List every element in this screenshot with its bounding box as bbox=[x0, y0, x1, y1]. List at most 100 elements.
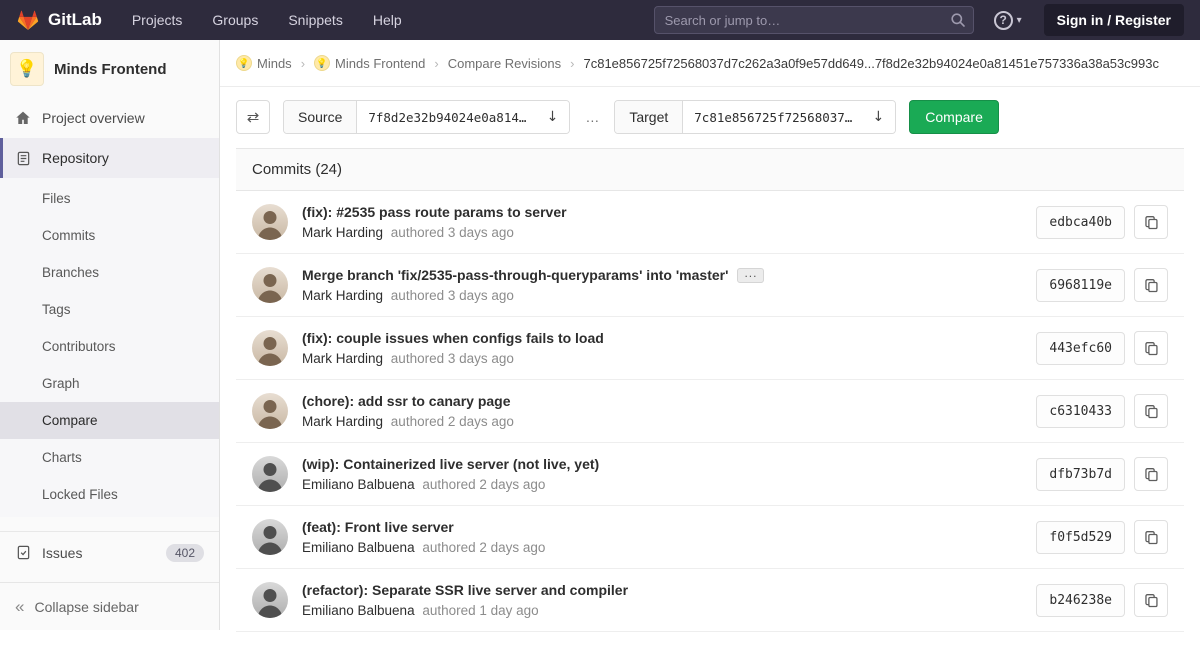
question-mark-icon: ? bbox=[994, 11, 1013, 30]
double-chevron-left-icon: « bbox=[15, 598, 24, 615]
compare-button[interactable]: Compare bbox=[909, 100, 999, 134]
copy-sha-button[interactable] bbox=[1134, 205, 1168, 239]
commit-sha-button[interactable]: c6310433 bbox=[1036, 395, 1125, 428]
search-input[interactable] bbox=[654, 6, 974, 34]
sidebar-item-tags[interactable]: Tags bbox=[0, 291, 219, 328]
sidebar-item-repository[interactable]: Repository bbox=[0, 138, 219, 178]
lightbulb-icon: 💡 bbox=[16, 59, 37, 79]
sign-in-register-button[interactable]: Sign in / Register bbox=[1044, 4, 1184, 36]
commit-sha-button[interactable]: 6968119e bbox=[1036, 269, 1125, 302]
commit-title-link[interactable]: (fix): couple issues when configs fails … bbox=[302, 330, 604, 346]
copy-sha-button[interactable] bbox=[1134, 394, 1168, 428]
group-avatar-icon: 💡 bbox=[236, 55, 252, 71]
breadcrumb: 💡 Minds › 💡 Minds Frontend › Compare Rev… bbox=[220, 40, 1200, 87]
sidebar-item-files[interactable]: Files bbox=[0, 180, 219, 217]
commits-panel: Commits (24) (fix): #2535 pass route par… bbox=[236, 148, 1184, 632]
clipboard-icon bbox=[1144, 530, 1159, 545]
repository-submenu: Files Commits Branches Tags Contributors… bbox=[0, 178, 219, 517]
commit-sha-button[interactable]: dfb73b7d bbox=[1036, 458, 1125, 491]
commit-row: (fix): #2535 pass route params to server… bbox=[236, 191, 1184, 254]
commit-author-link[interactable]: Mark Harding bbox=[302, 414, 383, 429]
commit-author-link[interactable]: Emiliano Balbuena bbox=[302, 603, 415, 618]
breadcrumb-group-link[interactable]: Minds bbox=[257, 56, 292, 71]
project-name: Minds Frontend bbox=[54, 61, 167, 78]
commit-title-link[interactable]: (chore): add ssr to canary page bbox=[302, 393, 511, 409]
sidebar-item-graph[interactable]: Graph bbox=[0, 365, 219, 402]
copy-sha-button[interactable] bbox=[1134, 583, 1168, 617]
clipboard-icon bbox=[1144, 404, 1159, 419]
copy-sha-button[interactable] bbox=[1134, 457, 1168, 491]
commit-title-link[interactable]: (fix): #2535 pass route params to server bbox=[302, 204, 567, 220]
expand-commit-description-button[interactable]: ... bbox=[737, 268, 764, 283]
gitlab-home-link[interactable]: GitLab bbox=[16, 8, 102, 32]
copy-sha-button[interactable] bbox=[1134, 268, 1168, 302]
commit-sha-button[interactable]: edbca40b bbox=[1036, 206, 1125, 239]
commit-timestamp: authored 2 days ago bbox=[422, 540, 545, 555]
sidebar-item-label: Project overview bbox=[42, 110, 145, 126]
breadcrumb-separator: › bbox=[570, 56, 574, 71]
commit-author-link[interactable]: Mark Harding bbox=[302, 351, 383, 366]
commit-title-link[interactable]: Merge branch 'fix/2535-pass-through-quer… bbox=[302, 267, 728, 283]
project-sidebar: 💡 Minds Frontend Project overview Reposi… bbox=[0, 40, 220, 630]
commit-sha-button[interactable]: 443efc60 bbox=[1036, 332, 1125, 365]
collapse-sidebar-button[interactable]: « Collapse sidebar bbox=[0, 582, 219, 630]
author-avatar bbox=[252, 204, 288, 240]
commit-title-link[interactable]: (wip): Containerized live server (not li… bbox=[302, 456, 599, 472]
clipboard-icon bbox=[1144, 467, 1159, 482]
gitlab-tanuki-icon bbox=[16, 8, 40, 32]
global-search bbox=[654, 6, 974, 34]
commit-row: (refactor): Separate SSR live server and… bbox=[236, 569, 1184, 632]
target-label: Target bbox=[615, 101, 683, 133]
breadcrumb-project-link[interactable]: Minds Frontend bbox=[335, 56, 425, 71]
sidebar-item-issues[interactable]: Issues 402 bbox=[0, 531, 219, 571]
breadcrumb-page-link[interactable]: Compare Revisions bbox=[448, 56, 561, 71]
sidebar-item-label: Repository bbox=[42, 150, 109, 166]
sidebar-item-commits[interactable]: Commits bbox=[0, 217, 219, 254]
commit-author-link[interactable]: Emiliano Balbuena bbox=[302, 477, 415, 492]
commit-timestamp: authored 2 days ago bbox=[391, 414, 514, 429]
clipboard-icon bbox=[1144, 341, 1159, 356]
issues-count-badge: 402 bbox=[166, 544, 204, 562]
project-header-link[interactable]: 💡 Minds Frontend bbox=[0, 40, 219, 98]
commit-sha-button[interactable]: f0f5d529 bbox=[1036, 521, 1125, 554]
help-dropdown[interactable]: ? ▾ bbox=[994, 11, 1022, 30]
commit-title-link[interactable]: (refactor): Separate SSR live server and… bbox=[302, 582, 628, 598]
sidebar-item-compare[interactable]: Compare bbox=[0, 402, 219, 439]
target-ref-dropdown[interactable]: Target 7c81e856725f72568037… ↓ bbox=[614, 100, 896, 134]
source-ref-value: 7f8d2e32b94024e0a814… ↓ bbox=[357, 101, 569, 133]
breadcrumb-separator: › bbox=[434, 56, 438, 71]
commit-timestamp: authored 3 days ago bbox=[391, 225, 514, 240]
commit-row: Merge branch 'fix/2535-pass-through-quer… bbox=[236, 254, 1184, 317]
range-ellipsis: … bbox=[585, 109, 599, 125]
nav-snippets[interactable]: Snippets bbox=[288, 12, 342, 28]
repository-icon bbox=[15, 150, 31, 166]
nav-groups[interactable]: Groups bbox=[212, 12, 258, 28]
commit-row: (feat): Front live server Emiliano Balbu… bbox=[236, 506, 1184, 569]
commit-sha-button[interactable]: b246238e bbox=[1036, 584, 1125, 617]
copy-sha-button[interactable] bbox=[1134, 520, 1168, 554]
sidebar-item-project-overview[interactable]: Project overview bbox=[0, 98, 219, 138]
commit-author-link[interactable]: Mark Harding bbox=[302, 288, 383, 303]
author-avatar bbox=[252, 582, 288, 618]
chevron-down-icon: ▾ bbox=[1017, 15, 1022, 26]
nav-projects[interactable]: Projects bbox=[132, 12, 183, 28]
breadcrumb-separator: › bbox=[301, 56, 305, 71]
commit-row: (chore): add ssr to canary page Mark Har… bbox=[236, 380, 1184, 443]
commit-title-link[interactable]: (feat): Front live server bbox=[302, 519, 454, 535]
sidebar-item-locked-files[interactable]: Locked Files bbox=[0, 476, 219, 513]
copy-sha-button[interactable] bbox=[1134, 331, 1168, 365]
sidebar-item-branches[interactable]: Branches bbox=[0, 254, 219, 291]
source-ref-dropdown[interactable]: Source 7f8d2e32b94024e0a814… ↓ bbox=[283, 100, 570, 134]
commit-author-link[interactable]: Emiliano Balbuena bbox=[302, 540, 415, 555]
down-arrow-icon: ↓ bbox=[873, 109, 885, 125]
search-icon[interactable] bbox=[950, 12, 966, 28]
swap-revisions-button[interactable]: ⇄ bbox=[236, 100, 270, 134]
sidebar-item-charts[interactable]: Charts bbox=[0, 439, 219, 476]
nav-help[interactable]: Help bbox=[373, 12, 402, 28]
sidebar-item-contributors[interactable]: Contributors bbox=[0, 328, 219, 365]
commit-author-link[interactable]: Mark Harding bbox=[302, 225, 383, 240]
commit-timestamp: authored 2 days ago bbox=[422, 477, 545, 492]
author-avatar bbox=[252, 456, 288, 492]
sidebar-item-label: Issues bbox=[42, 545, 82, 561]
commit-timestamp: authored 3 days ago bbox=[391, 351, 514, 366]
